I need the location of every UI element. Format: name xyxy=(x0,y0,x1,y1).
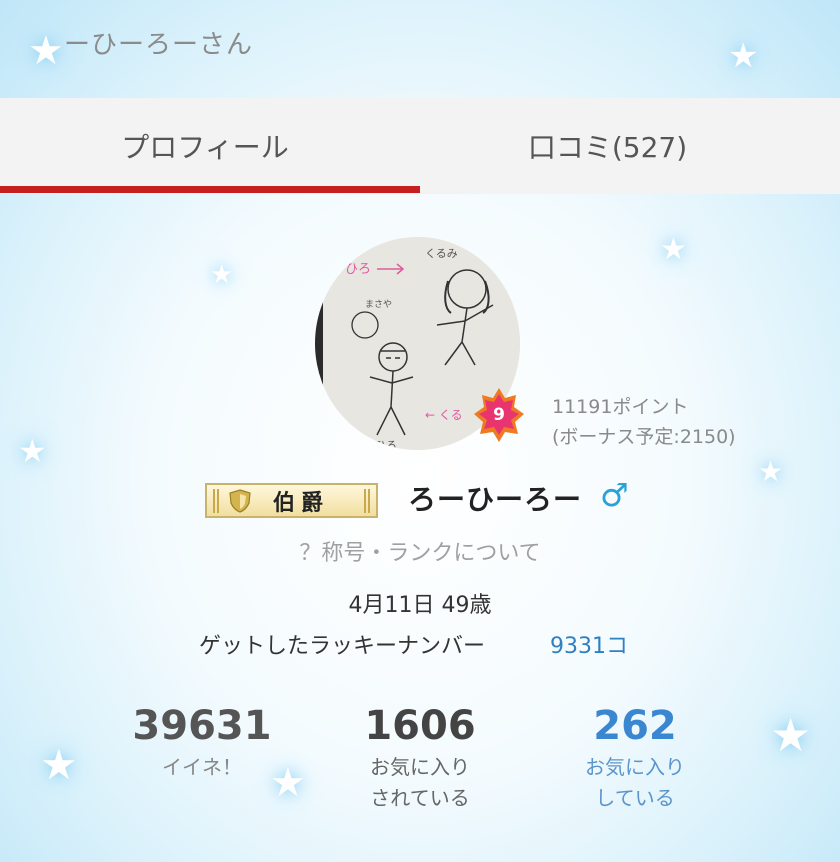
star-sparkle-icon: ★ xyxy=(40,740,78,789)
svg-text:ひろ: ひろ xyxy=(345,262,371,277)
favorited-by-label: お気に入り されている xyxy=(320,752,520,814)
favoriting-label-line2: している xyxy=(595,786,675,810)
favorited-by-label-line1: お気に入り xyxy=(370,755,470,779)
star-sparkle-icon: ★ xyxy=(728,36,759,76)
star-sparkle-icon: ★ xyxy=(770,708,812,762)
favorited-by-label-line2: されている xyxy=(370,786,470,810)
birthday-age: 4月11日 49歳 xyxy=(348,593,492,618)
star-sparkle-icon: ★ xyxy=(18,432,47,470)
badge-ornament xyxy=(364,489,370,513)
rank-level: 9 xyxy=(493,405,505,425)
rank-info-link[interactable]: ？称号・ランクについて xyxy=(0,535,840,567)
favoriting-label-line1: お気に入り xyxy=(585,755,685,779)
tab-reviews[interactable]: 口コミ(527) xyxy=(420,98,840,194)
shield-icon xyxy=(229,488,251,513)
active-tab-indicator xyxy=(0,186,420,193)
favoriting-label: お気に入り している xyxy=(535,752,735,814)
title-badge: 伯爵 xyxy=(205,483,378,518)
favorited-by-count: 1606 xyxy=(364,703,476,749)
star-sparkle-icon: ★ xyxy=(758,455,784,488)
tab-bar: プロフィール 口コミ(527) xyxy=(0,98,840,194)
star-sparkle-icon: ★ xyxy=(28,28,64,74)
svg-text:ひろ: ひろ xyxy=(375,439,397,450)
star-sparkle-icon: ★ xyxy=(660,232,687,267)
star-sparkle-icon: ★ xyxy=(210,260,234,290)
svg-text:まさや: まさや xyxy=(365,299,392,310)
badge-ornament xyxy=(213,489,219,513)
points-info: 11191ポイント (ボーナス予定:2150) xyxy=(552,392,736,452)
lucky-number-label: ゲットしたラッキーナンバー xyxy=(199,634,486,659)
points-value: 11191ポイント xyxy=(552,396,689,418)
tab-profile[interactable]: プロフィール xyxy=(0,98,420,194)
favoriting-count: 262 xyxy=(593,703,677,749)
username: ろーひーろー xyxy=(408,483,583,516)
likes-count: 39631 xyxy=(132,703,272,749)
male-symbol-icon: ♂ xyxy=(600,476,629,514)
stat-favoriting[interactable]: 262 お気に入り している xyxy=(535,702,735,814)
stat-favorited-by[interactable]: 1606 お気に入り されている xyxy=(320,702,520,814)
bonus-value: (ボーナス予定:2150) xyxy=(552,426,736,448)
stat-likes[interactable]: 39631 イイネ！ xyxy=(102,702,302,783)
page-title: ーひーろーさん xyxy=(64,30,254,60)
rank-badge-icon: 9 xyxy=(474,388,524,442)
svg-text:くるみ: くるみ xyxy=(425,247,458,260)
title-badge-label: 伯爵 xyxy=(273,490,330,516)
svg-text:← くる: ← くる xyxy=(425,408,463,422)
likes-label: イイネ！ xyxy=(162,755,242,779)
lucky-number-count[interactable]: 9331コ xyxy=(550,628,628,660)
